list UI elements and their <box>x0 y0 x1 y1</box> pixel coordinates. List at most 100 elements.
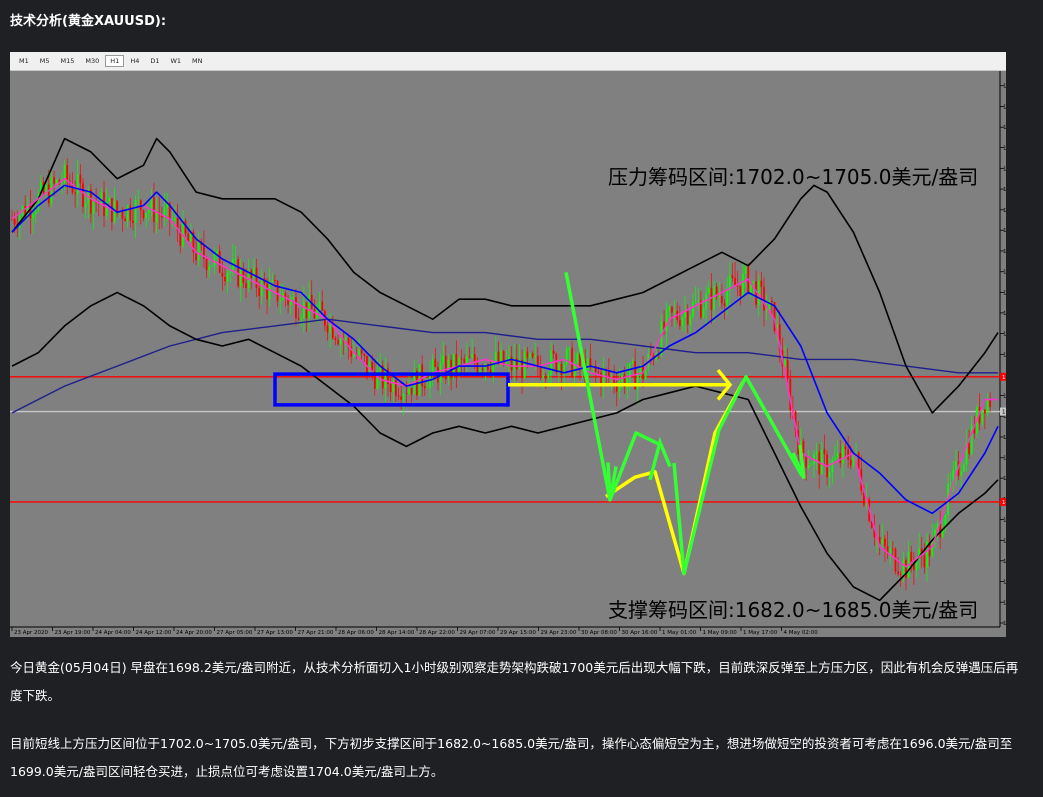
candle-body <box>208 266 211 271</box>
candle-body <box>844 446 847 450</box>
candle-body <box>718 296 721 297</box>
candle-body <box>500 351 502 363</box>
x-tick-label: 23 Apr 19:00 <box>55 630 91 636</box>
x-tick-label: 29 Apr 07:00 <box>460 630 496 636</box>
x-tick-label: 30 Apr 16:00 <box>622 630 658 636</box>
timeframe-button-d1[interactable]: D1 <box>145 55 164 67</box>
chart-plot: 1744.90 1741.80 1738.70 1735.65 1732.55 1729.… <box>10 71 1006 637</box>
x-tick-label: 27 Apr 21:00 <box>298 630 334 636</box>
candle-body <box>345 337 347 341</box>
timeframe-toolbar: M1 M5 M15 M30 H1 H4 D1 W1 MN <box>10 52 1006 71</box>
candle-body <box>226 273 229 282</box>
candle-body <box>124 218 126 222</box>
price-badge-label: 1701.64 <box>1002 375 1006 381</box>
candle-body <box>295 296 297 319</box>
timeframe-button-h1[interactable]: H1 <box>105 55 125 67</box>
candle-body <box>839 452 842 464</box>
timeframe-button-w1[interactable]: W1 <box>165 55 186 67</box>
candle-body <box>471 354 474 358</box>
candle-body <box>321 301 324 312</box>
candle-body <box>103 192 105 216</box>
candle-body <box>960 471 963 476</box>
x-tick-label: 1 May 17:00 <box>743 630 778 636</box>
candle-body <box>834 457 836 460</box>
candle-body <box>828 472 831 478</box>
candle-body <box>213 254 216 266</box>
candle-body <box>686 310 689 325</box>
candle-body <box>174 218 176 221</box>
candle-body <box>765 309 768 311</box>
candle-body <box>665 309 668 331</box>
x-tick-label: 27 Apr 05:00 <box>217 630 253 636</box>
candle-body <box>902 559 905 575</box>
candle-body <box>92 201 95 214</box>
candle-body <box>197 241 200 261</box>
candle-body <box>760 280 763 287</box>
timeframe-button-mn[interactable]: MN <box>187 55 207 67</box>
candle-body <box>552 350 555 355</box>
x-tick-label: 24 Apr 04:00 <box>95 630 131 636</box>
resistance-label: 压力筹码区间:1702.0~1705.0美元/盎司 <box>608 165 978 189</box>
candle-body <box>426 387 429 389</box>
candle-body <box>195 252 197 261</box>
y-tick-label: 1744.90 <box>1003 84 1006 90</box>
price-chart: M1M5M15M30H1H4D1W1MN 1744.90 1741.80 1738.… <box>10 52 1006 637</box>
candle-body <box>897 571 899 575</box>
timeframe-button-h4[interactable]: H4 <box>125 55 144 67</box>
x-tick-label: 23 Apr 2020 <box>14 630 49 636</box>
candle-body <box>731 275 734 278</box>
candle-body <box>849 459 852 466</box>
candle-body <box>560 363 563 375</box>
candle-body <box>523 351 526 379</box>
y-tick-label: 1692.40 <box>1003 435 1006 441</box>
candle-body <box>47 184 50 204</box>
candle-body <box>763 286 765 311</box>
timeframe-button-m5[interactable]: M5 <box>35 55 55 67</box>
candle-body <box>366 355 368 373</box>
candle-body <box>899 574 902 576</box>
candle-body <box>668 306 671 310</box>
candle-body <box>539 366 542 378</box>
y-tick-label: 1698.60 <box>1003 394 1006 400</box>
candle-body <box>820 449 823 475</box>
candle-body <box>50 177 53 204</box>
candle-body <box>108 198 111 202</box>
candle-body <box>744 266 747 274</box>
candle-body <box>568 347 571 350</box>
candle-body <box>300 318 303 320</box>
candle-body <box>221 272 224 277</box>
y-tick-label: 1729.45 <box>1003 187 1006 193</box>
x-tick-label: 30 Apr 08:00 <box>581 630 617 636</box>
candle-body <box>494 351 497 362</box>
y-tick-label: 1723.30 <box>1003 228 1006 234</box>
candle-body <box>534 355 537 358</box>
candle-body <box>76 174 79 194</box>
candle-body <box>463 359 466 363</box>
candle-body <box>631 361 634 364</box>
candle-body <box>468 356 471 358</box>
candle-body <box>502 351 505 365</box>
timeframe-button-m1[interactable]: M1 <box>14 55 34 67</box>
candle-body <box>607 371 610 378</box>
y-tick-label: 1704.75 <box>1003 352 1006 358</box>
candle-body <box>713 286 715 310</box>
x-tick-label: 4 May 02:00 <box>784 630 819 636</box>
x-tick-label: 28 Apr 06:00 <box>338 630 374 636</box>
timeframe-button-m30[interactable]: M30 <box>80 55 104 67</box>
candle-body <box>363 353 366 356</box>
candle-body <box>576 353 579 363</box>
candle-body <box>394 380 397 396</box>
y-tick-label: 1732.55 <box>1003 166 1006 172</box>
timeframe-button-m15[interactable]: M15 <box>56 55 80 67</box>
candle-body <box>810 464 813 466</box>
candle-body <box>434 359 437 368</box>
candle-body <box>234 258 237 260</box>
candle-body <box>82 183 84 208</box>
candle-body <box>726 290 729 306</box>
candle-body <box>134 200 137 223</box>
y-tick-label: 1680.05 <box>1003 518 1006 524</box>
candle-body <box>968 443 970 455</box>
candle-body <box>147 209 150 213</box>
candle-body <box>752 281 755 283</box>
y-tick-label: 1720.20 <box>1003 249 1006 255</box>
